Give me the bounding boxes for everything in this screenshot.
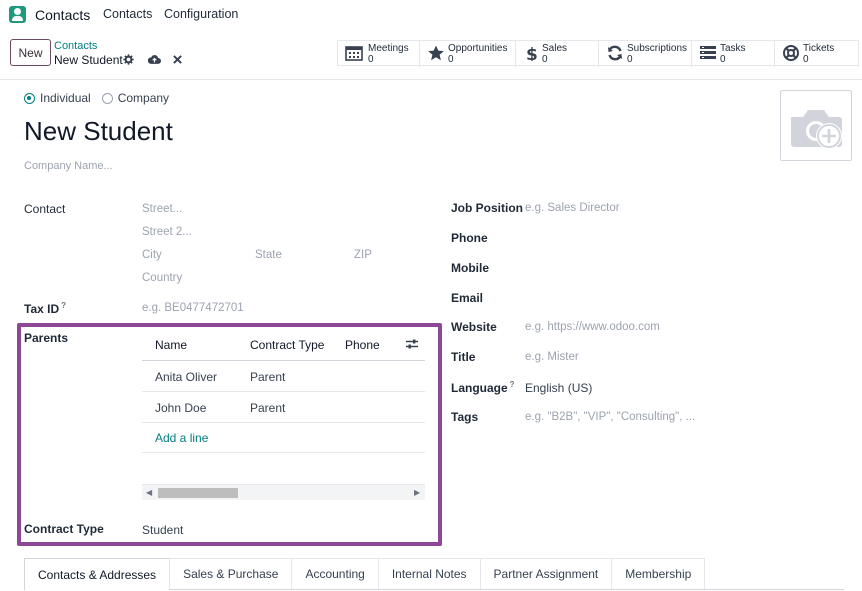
tasks-label: Tasks (720, 43, 746, 54)
taxid-input[interactable]: e.g. BE0477472701 (142, 302, 244, 314)
opportunities-button[interactable]: Opportunities 0 (420, 41, 516, 67)
phone-label: Phone (451, 231, 488, 245)
tasks-icon (700, 46, 716, 59)
taxid-help[interactable]: ? (61, 301, 66, 310)
subscriptions-label: Subscriptions (627, 43, 688, 54)
city-input[interactable]: City (142, 249, 162, 261)
mobile-label: Mobile (451, 261, 489, 275)
zip-input[interactable]: ZIP (354, 249, 372, 261)
avatar-upload[interactable] (780, 90, 852, 161)
tasks-count: 0 (720, 54, 726, 65)
country-input[interactable]: Country (142, 272, 182, 284)
highlight-box (17, 323, 442, 546)
individual-label[interactable]: Individual (40, 91, 91, 105)
tab-partner-assignment[interactable]: Partner Assignment (479, 558, 613, 589)
meetings-button[interactable]: Meetings 0 (338, 41, 420, 67)
tickets-button[interactable]: Tickets 0 (775, 41, 859, 67)
language-select[interactable]: English (US) (525, 381, 592, 395)
sales-label: Sales (542, 43, 568, 54)
opportunities-label: Opportunities (448, 43, 508, 54)
job-position-input[interactable]: e.g. Sales Director (525, 202, 620, 214)
menu-contacts[interactable]: Contacts (103, 7, 152, 21)
camera-add-icon (791, 110, 842, 149)
top-navbar: Contacts Contacts Configuration (0, 0, 862, 30)
title-input[interactable]: e.g. Mister (525, 351, 579, 363)
title-label: Title (451, 350, 476, 364)
tab-accounting[interactable]: Accounting (291, 558, 379, 589)
contact-name-input[interactable]: New Student (24, 116, 173, 147)
notebook-tabs: Contacts & Addresses Sales & Purchase Ac… (24, 558, 844, 590)
tickets-count: 0 (803, 54, 809, 65)
smart-buttons: Meetings 0 Opportunities 0 $ Sales 0 Sub… (337, 40, 859, 67)
tags-input[interactable]: e.g. "B2B", "VIP", "Consulting", ... (525, 411, 695, 423)
company-radio[interactable] (101, 92, 113, 104)
subscriptions-button[interactable]: Subscriptions 0 (599, 41, 692, 67)
cloud-upload-icon[interactable] (148, 54, 161, 65)
street-input[interactable]: Street... (142, 203, 182, 215)
contact-label: Contact (24, 202, 66, 216)
control-panel: New Contacts New Student Meetings 0 Oppo… (0, 32, 862, 80)
tickets-label: Tickets (803, 43, 835, 54)
refresh-icon (608, 45, 622, 61)
tab-internal-notes[interactable]: Internal Notes (377, 558, 481, 589)
breadcrumb-parent[interactable]: Contacts (54, 40, 97, 52)
company-type-selector: Individual Company (24, 91, 180, 105)
meetings-label: Meetings (368, 43, 409, 54)
discard-icon[interactable] (173, 55, 182, 64)
gear-icon[interactable] (123, 54, 134, 65)
company-name-input[interactable]: Company Name... (24, 160, 113, 172)
svg-text:$: $ (526, 45, 538, 61)
taxid-label: Tax ID? (24, 301, 67, 316)
sales-count: 0 (542, 54, 548, 65)
state-input[interactable]: State (255, 249, 282, 261)
opportunities-count: 0 (448, 54, 454, 65)
email-label: Email (451, 291, 484, 305)
tab-contacts-addresses[interactable]: Contacts & Addresses (24, 558, 171, 590)
language-label: Language? (451, 380, 515, 395)
website-label: Website (451, 320, 497, 334)
calendar-icon (345, 46, 363, 61)
dollar-icon: $ (526, 45, 538, 61)
star-icon (428, 45, 444, 61)
tab-membership[interactable]: Membership (611, 558, 706, 589)
language-help[interactable]: ? (510, 380, 515, 389)
tags-label: Tags (451, 410, 479, 424)
lifebuoy-icon (783, 45, 799, 61)
breadcrumb-current: New Student (54, 53, 123, 67)
contacts-app-icon[interactable] (9, 6, 26, 23)
subscriptions-count: 0 (627, 54, 633, 65)
tasks-button[interactable]: Tasks 0 (692, 41, 775, 67)
website-input[interactable]: e.g. https://www.odoo.com (525, 321, 660, 333)
street2-input[interactable]: Street 2... (142, 226, 192, 238)
sales-button[interactable]: $ Sales 0 (516, 41, 599, 67)
app-name[interactable]: Contacts (35, 7, 90, 23)
menu-configuration[interactable]: Configuration (164, 7, 238, 21)
new-button[interactable]: New (10, 39, 51, 66)
company-label[interactable]: Company (118, 91, 169, 105)
meetings-count: 0 (368, 54, 374, 65)
individual-radio[interactable] (24, 92, 35, 104)
job-position-label: Job Position (451, 201, 523, 215)
tab-sales-purchase[interactable]: Sales & Purchase (169, 558, 293, 589)
